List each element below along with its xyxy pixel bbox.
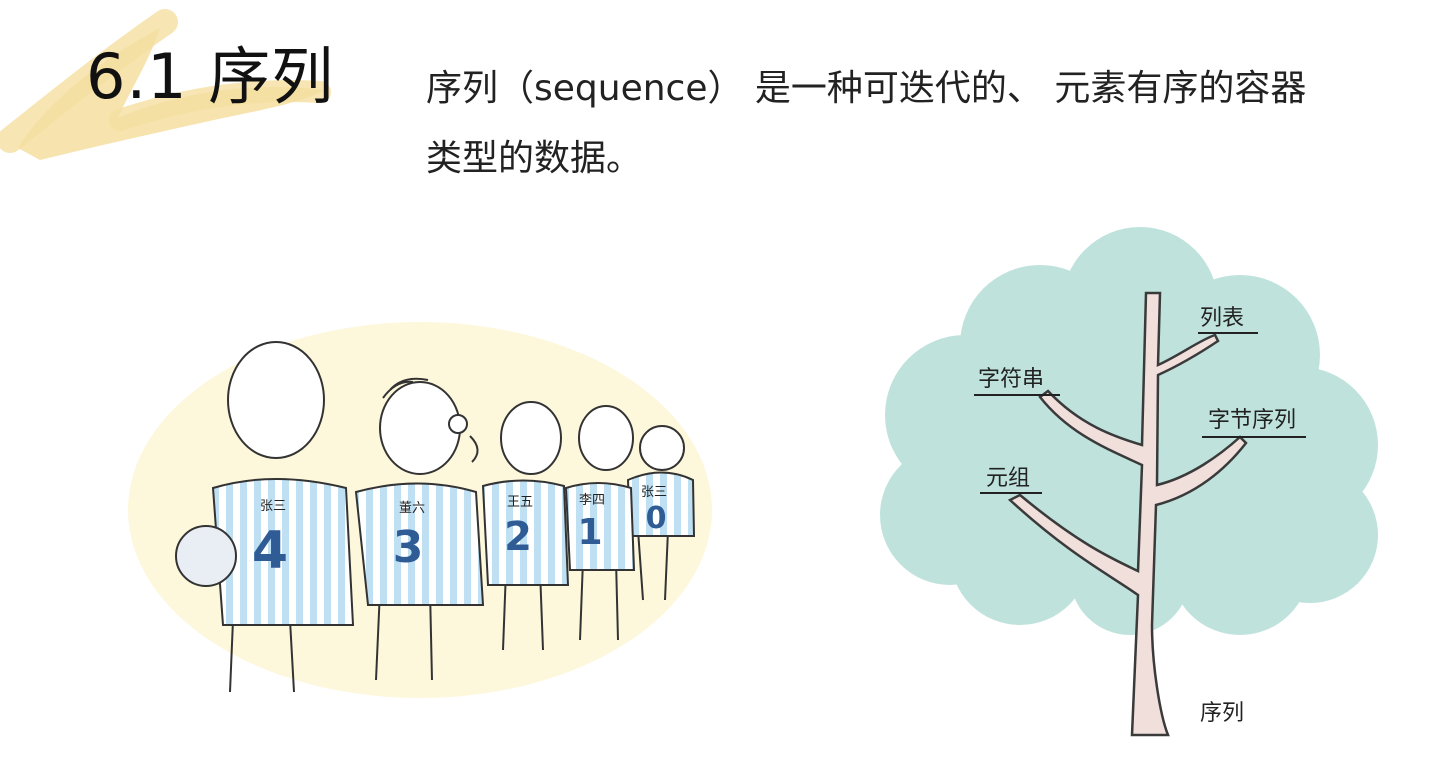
jersey-number-3: 2 [504,514,532,560]
sequence-definition: 序列（sequence） 是一种可迭代的、 元素有序的容器 类型的数据。 [426,54,1406,194]
tree-label-list: 列表 [1200,306,1244,331]
tree-label-bytes: 字节序列 [1208,408,1296,433]
jersey-name-3: 王五 [507,495,533,510]
page-title: 6.1 序列 [86,40,335,113]
tree-label-root: 序列 [1200,701,1244,726]
jersey-number-4: 1 [577,512,602,553]
jersey-number-5: 0 [646,501,667,536]
jersey-name-4: 李四 [579,493,605,508]
jersey-name-2: 董六 [399,501,425,516]
jersey-name-1: 张三 [260,499,286,514]
definition-line-1: 序列（sequence） 是一种可迭代的、 元素有序的容器 [426,68,1307,109]
sequence-tree-diagram: 列表 字符串 字节序列 元组 序列 [880,227,1378,737]
definition-line-2: 类型的数据。 [426,138,643,179]
jersey-number-2: 3 [393,522,424,573]
tree-label-string: 字符串 [978,367,1044,392]
players-illustration: 张三 4 董六 3 王五 2 李四 1 张三 0 [128,322,712,698]
tree-label-tuple: 元组 [986,466,1030,491]
jersey-number-1: 4 [252,521,288,581]
jersey-name-5: 张三 [641,485,667,500]
